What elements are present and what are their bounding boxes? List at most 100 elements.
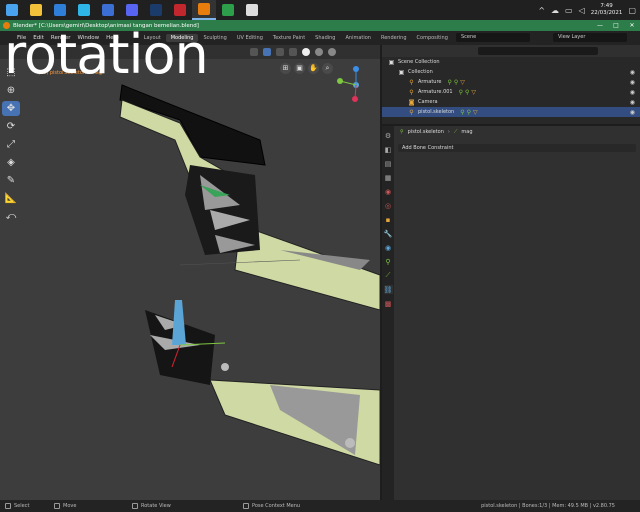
mouse-left-icon xyxy=(5,503,11,509)
scale-icon[interactable]: ⤢ xyxy=(2,137,20,152)
taskbar-app[interactable] xyxy=(192,0,216,20)
visibility-eye-icon[interactable]: ◉ xyxy=(630,109,635,116)
scene-selector[interactable]: Scene xyxy=(456,33,530,42)
windows-taskbar: ^ ☁ ▭ ◁ 7:49 22/03/2021 ▢ xyxy=(0,0,640,20)
clock[interactable]: 7:49 22/03/2021 xyxy=(591,3,623,17)
visibility-eye-icon[interactable]: ◉ xyxy=(630,79,635,86)
properties-editor[interactable]: ⚙ ◧ ▤ ▦ ◉ ◎ ▪ 🔧 ◉ ⚲ ⟋ ⛓ ▩ ⚲ pistol.skele… xyxy=(382,126,640,500)
outliner-row[interactable]: ⚲ pistol.skeleton ⚲ ⚲ ▽ ◉ xyxy=(382,107,640,117)
object-data-tab-icon[interactable]: ⚲ xyxy=(384,257,393,266)
outliner-row[interactable]: ▣ Scene Collection xyxy=(382,57,640,67)
view-layer-tab-icon[interactable]: ▦ xyxy=(384,173,393,182)
texture-tab-icon[interactable]: ▩ xyxy=(384,299,393,308)
armature-icon: ⚲ xyxy=(409,88,414,96)
view-layer-selector[interactable]: View Layer xyxy=(553,33,627,42)
collection-icon: ▣ xyxy=(398,68,405,76)
outliner[interactable]: ▣ Scene Collection ▣ Collection ◉ ⚲ Armature ⚲ ⚲… xyxy=(382,45,640,124)
status-stats: pistol.skeleton | Bones:1/3 | Mem: 49.5 … xyxy=(481,503,615,509)
orientation-gizmo-icon[interactable] xyxy=(334,63,378,107)
status-select-label: Select xyxy=(14,503,30,509)
pan-icon[interactable]: ✋ xyxy=(308,63,319,74)
modifier-tab-icon[interactable]: 🔧 xyxy=(384,229,393,238)
taskbar-app[interactable] xyxy=(96,0,120,20)
properties-header: ⚲ pistol.skeleton › ⟋ mag xyxy=(396,126,640,138)
chevron-up-icon[interactable]: ^ xyxy=(538,6,545,15)
outliner-row[interactable]: ◙ Camera ◉ xyxy=(382,97,640,107)
taskbar-app[interactable] xyxy=(240,0,264,20)
game-app-icon xyxy=(174,4,186,16)
outliner-row-label: Armature xyxy=(418,79,442,85)
object-tab-icon[interactable]: ▪ xyxy=(384,215,393,224)
visibility-eye-icon[interactable]: ◉ xyxy=(630,99,635,106)
move-icon[interactable]: ✥ xyxy=(2,101,20,116)
discord-icon xyxy=(126,4,138,16)
visibility-eye-icon[interactable]: ◉ xyxy=(630,69,635,76)
windows-icon xyxy=(6,4,18,16)
status-rotate-label: Rotate View xyxy=(141,503,171,509)
outliner-row-label: Scene Collection xyxy=(398,59,440,65)
3d-viewport[interactable]: (28) pistol.skeleton : mag ⬚ ⊕ ✥ ⟳ ⤢ ◈ ✎ 📐 ⤺ ⊞ ▣… xyxy=(0,45,380,500)
mouse-middle-icon xyxy=(132,503,138,509)
outliner-row-label: Camera xyxy=(418,99,438,105)
workspace-tab-rendering[interactable]: Rendering xyxy=(376,34,412,42)
file-explorer-icon xyxy=(30,4,42,16)
taskbar-app[interactable] xyxy=(24,0,48,20)
outliner-row-label: pistol.skeleton xyxy=(418,109,455,115)
clock-date: 22/03/2021 xyxy=(590,10,623,16)
outliner-row[interactable]: ▣ Collection ◉ xyxy=(382,67,640,77)
data-icons: ⚲ ⚲ ▽ xyxy=(447,79,464,86)
scene-render xyxy=(119,84,380,466)
tool-tab-icon[interactable]: ⚙ xyxy=(384,131,393,140)
onedrive-icon[interactable]: ☁ xyxy=(551,6,559,15)
volume-icon[interactable]: ◁ xyxy=(579,6,585,15)
roll-icon[interactable]: ⤺ xyxy=(2,209,20,224)
rotate-icon[interactable]: ⟳ xyxy=(2,119,20,134)
close-icon[interactable]: ✕ xyxy=(624,22,640,29)
workspace-tab-uv-editing[interactable]: UV Editing xyxy=(232,34,268,42)
add-bone-constraint-dropdown[interactable]: Add Bone Constraint xyxy=(398,144,636,152)
workspace-tab-compositing[interactable]: Compositing xyxy=(412,34,453,42)
physics-tab-icon[interactable]: ◉ xyxy=(384,243,393,252)
clock-time: 7:49 xyxy=(600,3,613,9)
status-bar: Select Move Rotate View Pose Context Men… xyxy=(0,500,640,512)
taskbar-app[interactable] xyxy=(72,0,96,20)
notifications-icon[interactable]: ▢ xyxy=(628,6,636,15)
taskbar-app[interactable] xyxy=(216,0,240,20)
grid-view-icon[interactable]: ⊞ xyxy=(280,63,291,74)
outliner-search[interactable] xyxy=(478,47,598,55)
mouse-right-icon xyxy=(243,503,249,509)
maximize-icon[interactable]: □ xyxy=(608,22,624,29)
camera-view-icon[interactable]: ▣ xyxy=(294,63,305,74)
workspace-tab-animation[interactable]: Animation xyxy=(340,34,376,42)
edge-icon xyxy=(78,4,90,16)
action-icon: ▽ xyxy=(473,108,478,116)
bone-tab-icon[interactable]: ⟋ xyxy=(384,271,393,280)
zoom-icon[interactable]: ⌕ xyxy=(322,63,333,74)
taskbar-app[interactable] xyxy=(144,0,168,20)
render-tab-icon[interactable]: ◧ xyxy=(384,145,393,154)
measure-icon[interactable]: 📐 xyxy=(2,191,20,206)
visibility-eye-icon[interactable]: ◉ xyxy=(630,89,635,96)
world-tab-icon[interactable]: ◎ xyxy=(384,201,393,210)
store-icon xyxy=(102,4,114,16)
status-select: Select xyxy=(5,503,49,509)
taskbar-app[interactable] xyxy=(120,0,144,20)
taskbar-app[interactable] xyxy=(48,0,72,20)
outliner-row[interactable]: ⚲ Armature.001 ⚲ ⚲ ▽ ◉ xyxy=(382,87,640,97)
navigation-controls: ⊞ ▣ ✋ ⌕ xyxy=(280,63,333,74)
taskbar-app[interactable] xyxy=(168,0,192,20)
output-tab-icon[interactable]: ▤ xyxy=(384,159,393,168)
outliner-row[interactable]: ⚲ Armature ⚲ ⚲ ▽ ◉ xyxy=(382,77,640,87)
bone-constraint-tab-icon[interactable]: ⛓ xyxy=(383,285,393,294)
workspace-tab-shading[interactable]: Shading xyxy=(310,34,340,42)
camera-icon: ◙ xyxy=(408,98,415,106)
armature-icon: ⚲ xyxy=(400,129,404,135)
blender-icon xyxy=(198,3,210,15)
taskbar-app[interactable] xyxy=(0,0,24,20)
minimize-icon[interactable]: — xyxy=(592,22,608,29)
network-icon[interactable]: ▭ xyxy=(565,6,573,15)
transform-icon[interactable]: ◈ xyxy=(2,155,20,170)
workspace-tab-texture-paint[interactable]: Texture Paint xyxy=(268,34,310,42)
annotate-icon[interactable]: ✎ xyxy=(2,173,20,188)
scene-tab-icon[interactable]: ◉ xyxy=(384,187,393,196)
